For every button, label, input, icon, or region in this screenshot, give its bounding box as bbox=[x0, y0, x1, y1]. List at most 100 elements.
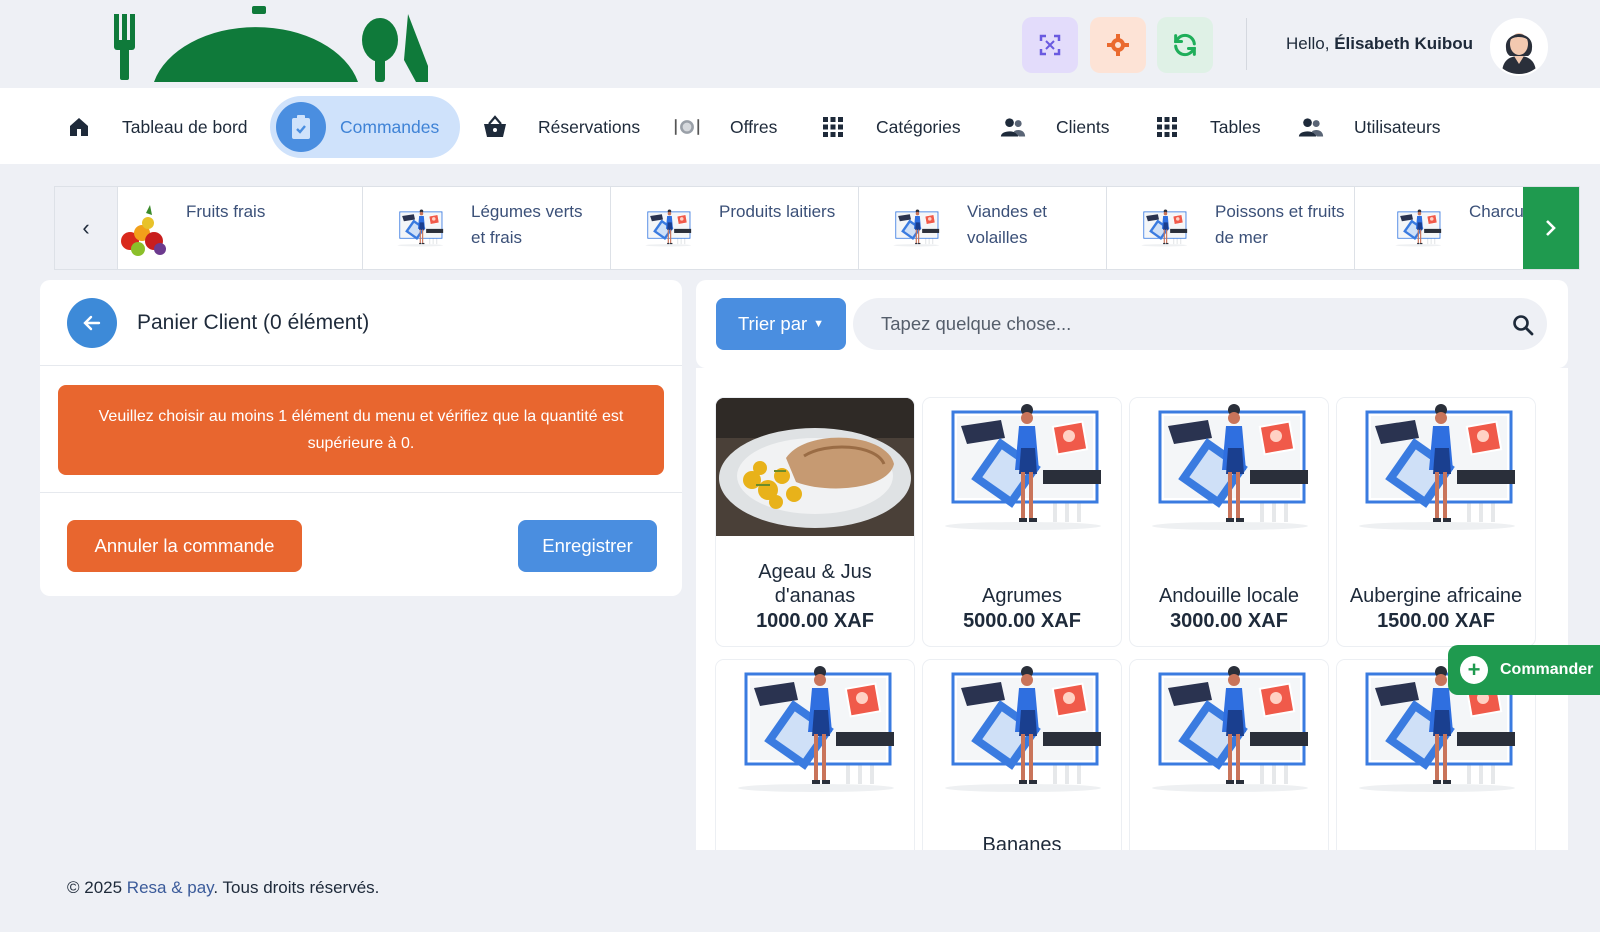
product-card[interactable] bbox=[1130, 660, 1328, 850]
save-button[interactable]: Enregistrer bbox=[518, 520, 657, 572]
sync-icon bbox=[1174, 33, 1196, 57]
footer: © 2025 Resa & pay. Tous droits réservés. bbox=[67, 878, 379, 898]
placeholder-illustration bbox=[1130, 398, 1328, 536]
plate-cutlery-icon bbox=[674, 114, 700, 140]
category-label: Fruits frais bbox=[186, 202, 266, 221]
nav-label: Tableau de bord bbox=[122, 116, 248, 137]
avatar[interactable] bbox=[1490, 18, 1548, 76]
product-card[interactable]: Bananes bbox=[923, 660, 1121, 850]
gear-icon bbox=[1107, 34, 1129, 56]
product-info: Aubergine africaine 1500.00 XAF bbox=[1337, 584, 1535, 634]
category-label: Légumes verts et frais bbox=[471, 202, 583, 247]
order-label: Commander bbox=[1500, 661, 1594, 678]
nav-label: Utilisateurs bbox=[1354, 116, 1441, 137]
nav-item-tables[interactable]: Tables bbox=[1154, 96, 1261, 158]
nav-item-offers[interactable]: Offres bbox=[674, 96, 777, 158]
category-item[interactable]: Produits laitiers bbox=[611, 187, 859, 269]
grid-icon bbox=[1154, 114, 1180, 140]
home-icon bbox=[66, 114, 92, 140]
product-card[interactable]: Ageau & Jus d'ananas 1000.00 XAF bbox=[716, 398, 914, 646]
rights-text: . Tous droits réservés. bbox=[213, 878, 380, 897]
sort-dropdown-button[interactable]: Trier par ▼ bbox=[716, 298, 846, 350]
back-button[interactable] bbox=[67, 297, 117, 348]
product-grid: Ageau & Jus d'ananas 1000.00 XAF Agrumes… bbox=[696, 368, 1568, 850]
product-card[interactable] bbox=[716, 660, 914, 850]
product-price: 5000.00 XAF bbox=[963, 610, 1081, 632]
product-price: 1000.00 XAF bbox=[756, 610, 874, 632]
search-icon[interactable] bbox=[1512, 314, 1534, 336]
expand-icon bbox=[1039, 34, 1061, 56]
category-label: Poissons et fruits de mer bbox=[1215, 202, 1345, 247]
nav-label: Réservations bbox=[538, 116, 641, 137]
search-panel: Trier par ▼ bbox=[696, 280, 1568, 368]
validation-alert: Veuillez choisir au moins 1 élément du m… bbox=[58, 385, 664, 475]
nav-label: Commandes bbox=[340, 116, 440, 137]
cancel-order-button[interactable]: Annuler la commande bbox=[67, 520, 302, 572]
users-icon bbox=[1000, 114, 1026, 140]
nav-item-clients[interactable]: Clients bbox=[1000, 96, 1110, 158]
fullscreen-button[interactable] bbox=[1022, 17, 1078, 73]
carousel-next-button[interactable] bbox=[1523, 187, 1579, 269]
product-card[interactable]: Aubergine africaine 1500.00 XAF bbox=[1337, 398, 1535, 646]
cart-title: Panier Client (0 élément) bbox=[137, 310, 370, 334]
category-item[interactable]: Viandes et volailles bbox=[859, 187, 1107, 269]
top-header: Hello, Élisabeth Kuibou bbox=[0, 0, 1600, 88]
product-name: Bananes bbox=[982, 834, 1062, 850]
category-carousel: ‹ Fruits frais Légumes verts et frais Pr… bbox=[54, 186, 1580, 270]
product-card[interactable]: Andouille locale 3000.00 XAF bbox=[1130, 398, 1328, 646]
product-name: Ageau & Jus d'ananas bbox=[758, 561, 872, 607]
users-icon bbox=[1298, 114, 1324, 140]
placeholder-illustration bbox=[716, 660, 914, 798]
category-item[interactable]: Poissons et fruits de mer bbox=[1107, 187, 1355, 269]
category-item[interactable]: Légumes verts et frais bbox=[363, 187, 611, 269]
cart-divider bbox=[40, 492, 682, 493]
nav-label: Tables bbox=[1210, 116, 1261, 137]
cart-header: Panier Client (0 élément) bbox=[40, 280, 682, 366]
product-name: Agrumes bbox=[981, 585, 1063, 607]
refresh-button[interactable] bbox=[1157, 17, 1213, 73]
carousel-prev-button[interactable]: ‹ bbox=[55, 187, 118, 269]
nav-item-dashboard[interactable]: Tableau de bord bbox=[66, 96, 248, 158]
category-label: Produits laitiers bbox=[719, 202, 836, 221]
settings-button[interactable] bbox=[1090, 17, 1146, 73]
placeholder-illustration bbox=[1135, 197, 1193, 259]
caret-down-icon: ▼ bbox=[813, 318, 825, 330]
basket-icon bbox=[482, 114, 508, 140]
user-avatar-icon bbox=[1492, 20, 1546, 74]
footer-brand-link[interactable]: Resa & pay bbox=[127, 878, 214, 897]
chevron-right-icon bbox=[1546, 220, 1556, 236]
floating-order-button[interactable]: + Commander bbox=[1448, 645, 1600, 695]
nav-label: Catégories bbox=[876, 116, 961, 137]
product-card[interactable]: Agrumes 5000.00 XAF bbox=[923, 398, 1121, 646]
nav-label: Clients bbox=[1056, 116, 1110, 137]
copyright-text: © 2025 bbox=[67, 878, 127, 897]
placeholder-illustration bbox=[923, 398, 1121, 536]
search-input[interactable] bbox=[853, 298, 1547, 350]
chevron-left-icon: ‹ bbox=[82, 215, 90, 240]
placeholder-illustration bbox=[1389, 197, 1447, 259]
main-nav: Tableau de bord Commandes Réservations O… bbox=[0, 88, 1600, 164]
product-info: Agrumes 5000.00 XAF bbox=[923, 584, 1121, 634]
placeholder-illustration bbox=[923, 660, 1121, 798]
placeholder-illustration bbox=[391, 197, 449, 259]
nav-item-orders[interactable]: Commandes bbox=[270, 96, 460, 158]
plus-circle-icon: + bbox=[1460, 656, 1488, 684]
placeholder-illustration bbox=[887, 197, 945, 259]
nav-label: Offres bbox=[730, 116, 778, 137]
placeholder-illustration bbox=[1130, 660, 1328, 798]
nav-item-reservations[interactable]: Réservations bbox=[482, 96, 640, 158]
user-name: Élisabeth Kuibou bbox=[1334, 34, 1474, 53]
product-price: 1500.00 XAF bbox=[1377, 610, 1495, 632]
fruits-photo bbox=[121, 205, 166, 256]
placeholder-illustration bbox=[1337, 398, 1535, 536]
nav-item-categories[interactable]: Catégories bbox=[820, 96, 961, 158]
grid-icon bbox=[820, 114, 846, 140]
greeting: Hello, Élisabeth Kuibou bbox=[1286, 34, 1474, 53]
clipboard-check-icon bbox=[276, 102, 326, 152]
nav-item-users[interactable]: Utilisateurs bbox=[1298, 96, 1441, 158]
placeholder-illustration bbox=[639, 197, 697, 259]
product-name: Andouille locale bbox=[1158, 585, 1300, 607]
cart-panel: Panier Client (0 élément) Veuillez chois… bbox=[40, 280, 682, 596]
category-item[interactable]: Fruits frais bbox=[118, 187, 363, 269]
restaurant-logo bbox=[114, 6, 428, 82]
